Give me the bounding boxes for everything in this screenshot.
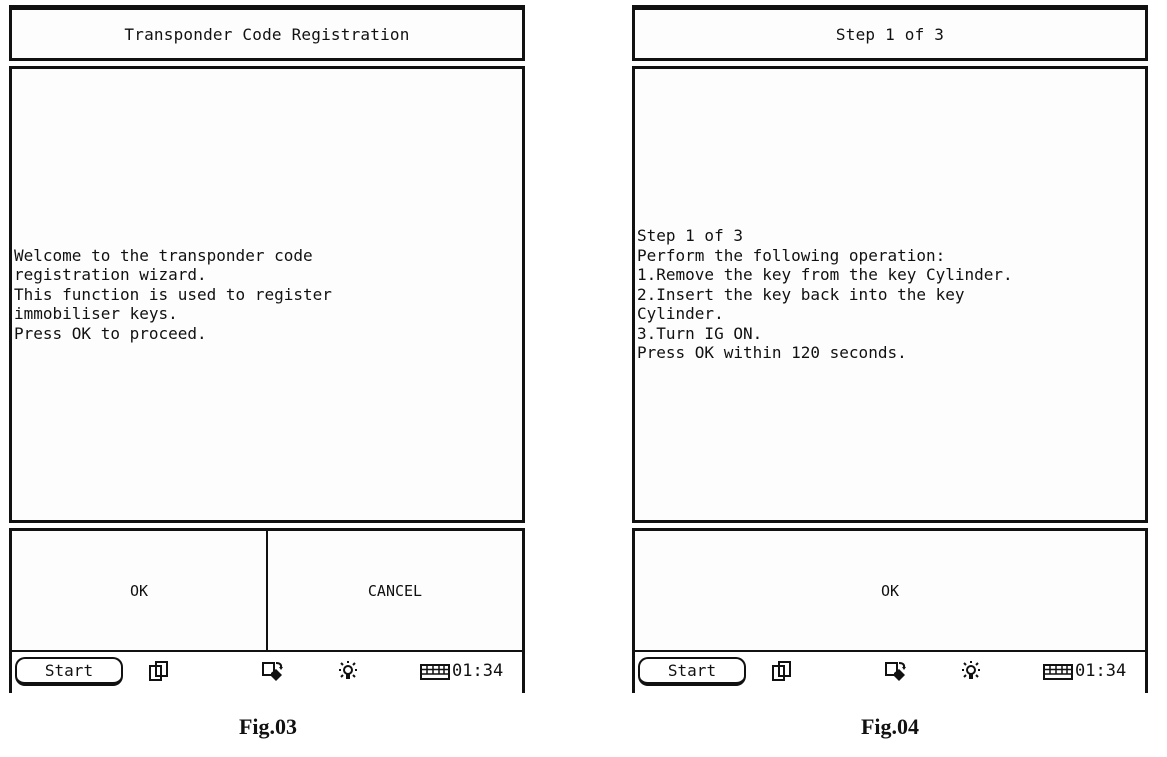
message-text: Welcome to the transponder code registra… <box>14 245 332 343</box>
ok-button[interactable]: OK <box>635 531 1145 650</box>
windows-icon[interactable] <box>771 660 793 682</box>
window-title-bar: Step 1 of 3 <box>632 5 1148 61</box>
figure-caption: Fig.03 <box>238 714 298 739</box>
keyboard-icon[interactable] <box>1043 664 1073 680</box>
taskbar: Start 01:34 <box>9 652 525 693</box>
start-button[interactable]: Start <box>638 657 746 686</box>
keyboard-icon[interactable] <box>420 664 450 680</box>
button-bar: OK CANCEL <box>9 528 525 653</box>
figure-caption: Fig.04 <box>860 714 920 739</box>
clock: 01:34 <box>1075 661 1127 681</box>
message-text: Step 1 of 3 Perform the following operat… <box>637 226 1013 363</box>
cancel-button[interactable]: CANCEL <box>266 531 522 650</box>
clock: 01:34 <box>452 661 504 681</box>
message-panel: Step 1 of 3 Perform the following operat… <box>632 66 1148 523</box>
taskbar: Start 01:34 <box>632 652 1148 693</box>
start-button[interactable]: Start <box>15 657 123 686</box>
device-screen-fig04: Step 1 of 3 Step 1 of 3 Perform the foll… <box>632 5 1148 693</box>
brightness-icon[interactable] <box>960 660 982 682</box>
window-title: Transponder Code Registration <box>124 24 410 44</box>
ok-button[interactable]: OK <box>12 531 266 650</box>
message-panel: Welcome to the transponder code registra… <box>9 66 525 523</box>
sync-icon[interactable] <box>262 660 284 682</box>
window-title: Step 1 of 3 <box>835 24 945 44</box>
window-title-bar: Transponder Code Registration <box>9 5 525 61</box>
windows-icon[interactable] <box>148 660 170 682</box>
device-screen-fig03: Transponder Code Registration Welcome to… <box>9 5 525 693</box>
sync-icon[interactable] <box>885 660 907 682</box>
button-bar: OK <box>632 528 1148 653</box>
brightness-icon[interactable] <box>337 660 359 682</box>
